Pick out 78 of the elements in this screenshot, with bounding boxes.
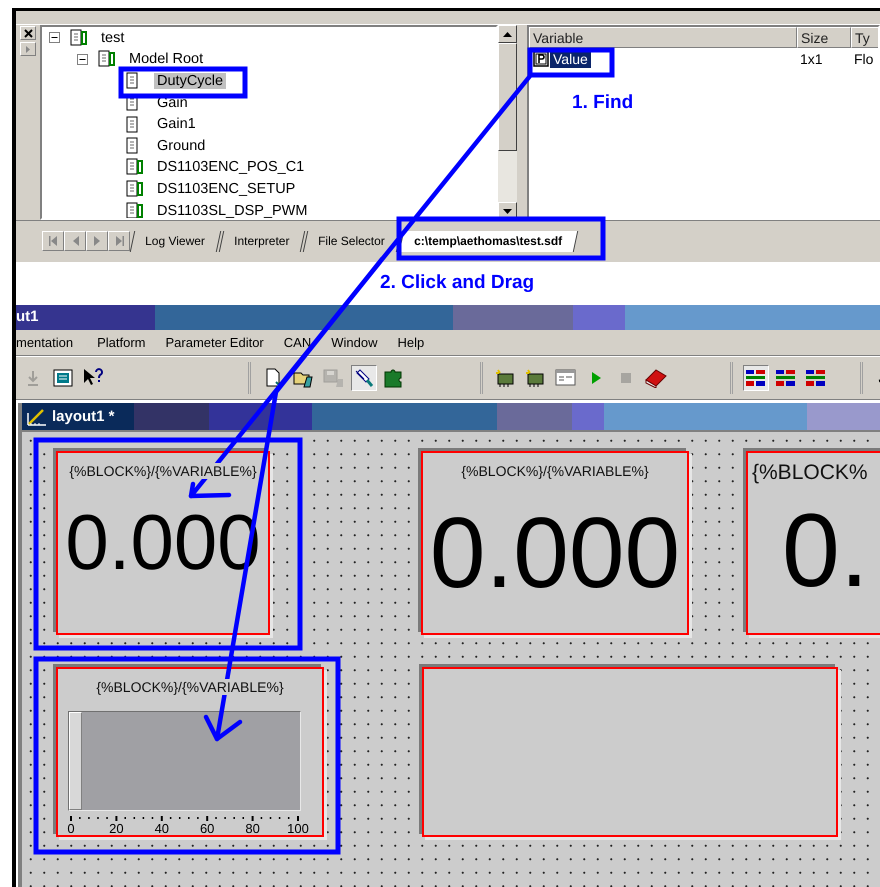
arrow-left-icon (48, 236, 58, 246)
model-icon (126, 180, 144, 198)
tree-item[interactable]: Gain1 (154, 116, 199, 132)
tick-label: 20 (109, 821, 124, 836)
column-header[interactable]: Size (797, 27, 851, 48)
block-icon (126, 137, 138, 154)
arrow-right-icon (92, 236, 102, 246)
tab-scroll-button[interactable] (42, 231, 64, 251)
display-icon (53, 369, 73, 387)
tab[interactable]: c:\temp\aethomas\test.sdf (398, 231, 578, 252)
display-label: {%BLOCK% (751, 461, 869, 485)
save-icon (323, 368, 345, 388)
menu-item[interactable]: Platform (97, 335, 166, 350)
display-value: 0.000 (428, 503, 682, 603)
close-icon (24, 28, 32, 38)
layout-icon (805, 368, 827, 388)
display-label: {%BLOCK%}/{%VARIABLE%} (68, 463, 258, 479)
toolbar-button[interactable] (351, 365, 377, 391)
book-icon (644, 368, 668, 388)
scroll-down-icon (503, 208, 512, 214)
tick-label: 0 (67, 821, 75, 836)
tree-item[interactable]: DS1103ENC_SETUP (154, 180, 298, 197)
tab[interactable]: Interpreter (218, 231, 306, 252)
model-icon (70, 28, 88, 47)
parameter-icon (533, 51, 549, 67)
layout-ruler-icon (26, 406, 48, 426)
display-value: 0. (781, 499, 870, 603)
tree-item[interactable]: test (98, 30, 128, 46)
tab-scroll-button[interactable] (108, 231, 130, 251)
annotation-label: 1. Find (572, 92, 634, 114)
tree-item[interactable]: Ground (154, 138, 208, 154)
tick-label: 40 (154, 821, 170, 836)
help-pointer-icon (82, 368, 104, 388)
stop-icon (619, 371, 633, 385)
block-icon (126, 116, 138, 133)
tick-label: 60 (200, 821, 214, 836)
table-cell-text: 1x1 (799, 51, 824, 67)
tick-label: 100 (287, 821, 309, 836)
arrow-right-icon (114, 236, 124, 246)
tree-item[interactable]: DS1103SL_DSP_PWM (154, 202, 310, 218)
menu-item[interactable]: Help (397, 335, 444, 350)
menu-item[interactable]: Parameter Editor (166, 335, 284, 350)
download-icon (26, 370, 40, 386)
window-title: ut1 (16, 308, 38, 325)
tree-item[interactable]: DS1103ENC_POS_C1 (154, 159, 308, 176)
annotation-label: 2. Click and Drag (380, 272, 534, 294)
arrow-right-icon (25, 44, 31, 54)
plug-icon (353, 368, 375, 388)
block-icon (126, 72, 138, 90)
document-title: layout1 * (52, 408, 115, 425)
model-icon (126, 158, 144, 176)
tree-item[interactable]: DutyCycle (154, 72, 226, 89)
layout-icon (775, 368, 797, 388)
layout-icon (745, 368, 767, 388)
pin-button[interactable] (20, 42, 36, 56)
column-header[interactable]: Variable (529, 27, 797, 48)
tab-scroll-button[interactable] (64, 231, 86, 251)
collapse-icon[interactable] (48, 32, 60, 44)
column-header[interactable]: Ty (851, 27, 878, 48)
toolbar-button[interactable] (743, 365, 769, 391)
close-button[interactable] (20, 26, 36, 40)
menu-item[interactable]: Window (331, 335, 398, 350)
menu-item[interactable]: CAN (284, 335, 332, 350)
tab-scroll-button[interactable] (86, 231, 108, 251)
tick-label: 80 (245, 821, 260, 836)
collapse-icon[interactable] (76, 54, 88, 65)
arrow-left-icon (70, 236, 80, 246)
display-label: {%BLOCK%}/{%VARIABLE%} (460, 463, 650, 479)
slider-thumb[interactable] (69, 712, 82, 810)
play-icon (589, 370, 603, 386)
menu-item[interactable]: mentation (16, 335, 94, 350)
tab[interactable]: Log Viewer (130, 231, 222, 252)
model-icon (98, 50, 116, 68)
scroll-up-icon (503, 32, 512, 36)
slider-label: {%BLOCK%}/{%VARIABLE%} (95, 679, 285, 695)
window-icon (555, 368, 577, 388)
tree-item[interactable]: Model Root (126, 51, 206, 68)
table-cell-text: Flo (853, 51, 874, 67)
